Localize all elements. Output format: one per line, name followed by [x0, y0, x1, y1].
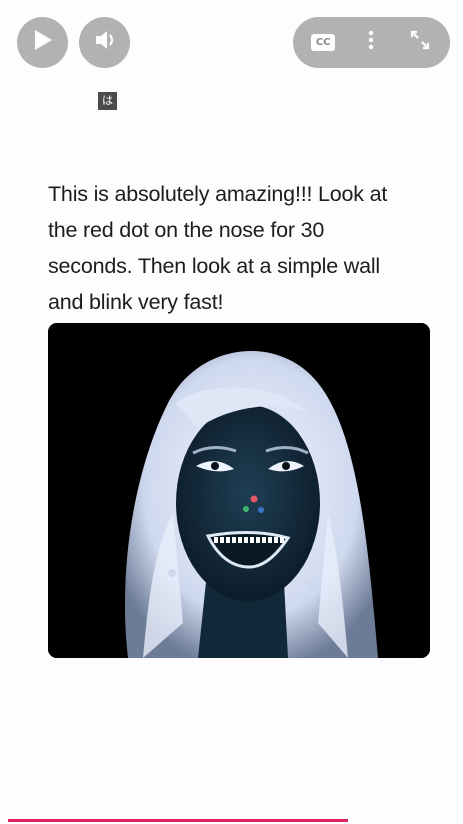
fullscreen-icon: [409, 29, 431, 56]
caption-line: the red dot on the nose for 30: [48, 218, 325, 242]
player-controls-pill: CC: [293, 17, 450, 68]
fullscreen-button[interactable]: [399, 22, 441, 64]
play-button[interactable]: [17, 17, 68, 68]
subtitle-char-badge: は: [98, 92, 117, 110]
caption-line: This is absolutely amazing!!! Look at: [48, 182, 388, 206]
video-progress-fill: [8, 819, 348, 822]
video-progress-bar[interactable]: [8, 819, 455, 822]
post-caption: This is absolutely amazing!!! Look at th…: [48, 176, 428, 320]
video-frame[interactable]: CC は This is absolutely amazing!!! Look …: [0, 0, 463, 824]
caption-line: and blink very fast!: [48, 290, 224, 314]
play-icon: [32, 28, 54, 57]
volume-button[interactable]: [79, 17, 130, 68]
captions-button[interactable]: CC: [302, 22, 344, 64]
cc-icon: CC: [311, 34, 336, 51]
caption-line: seconds. Then look at a simple wall: [48, 254, 381, 278]
more-vertical-icon: [368, 30, 374, 55]
volume-icon: [93, 29, 117, 56]
illusion-image: [48, 323, 430, 658]
more-options-button[interactable]: [350, 22, 392, 64]
